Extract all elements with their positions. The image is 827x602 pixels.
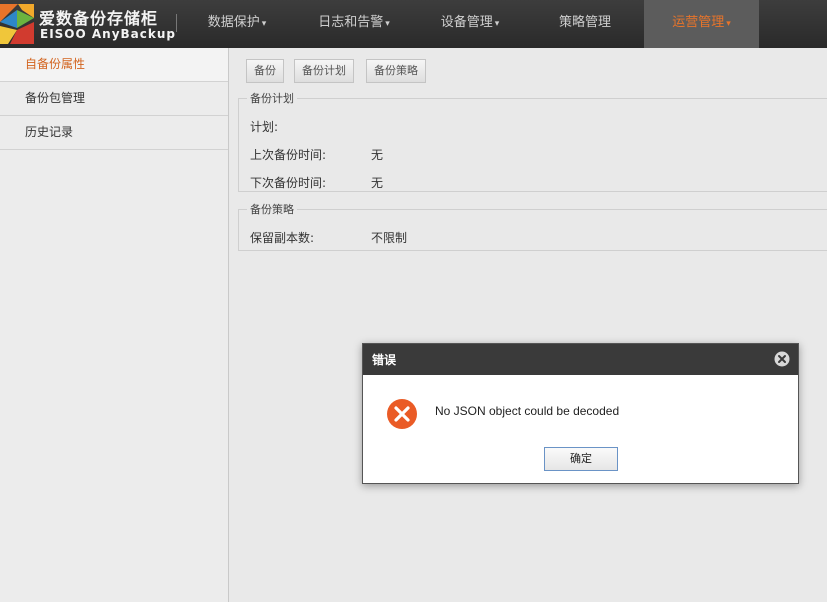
sidebar-item-backup-package-management[interactable]: 备份包管理	[0, 82, 228, 116]
nav-label: 设备管理	[440, 15, 493, 30]
sidebar-item-label: 历史记录	[25, 125, 74, 139]
nav-operations-management[interactable]: 运营管理 ▾	[644, 0, 759, 48]
plan-label: 计划:	[250, 120, 279, 134]
next-backup-time-value: 无	[371, 176, 384, 190]
nav-policy-management[interactable]: 策略管理	[544, 0, 626, 48]
nav-logs-alerts[interactable]: 日志和告警 ▾	[302, 0, 406, 48]
sidebar-item-label: 自备份属性	[25, 57, 86, 71]
last-backup-time-value: 无	[371, 148, 384, 162]
backup-plan-section: 备份计划 计划: 上次备份时间: 无 下次备份时间: 无	[238, 90, 827, 192]
sidebar-item-self-backup-properties[interactable]: 自备份属性	[0, 48, 228, 82]
nav-data-protection[interactable]: 数据保护 ▾	[193, 0, 281, 48]
retained-copies-label: 保留副本数:	[250, 231, 315, 245]
ok-button[interactable]: 确定	[544, 447, 618, 471]
chevron-down-icon: ▾	[726, 19, 731, 29]
nav-label: 策略管理	[558, 15, 611, 30]
main-content: 备份 备份计划 备份策略 备份计划 计划: 上次备份时间: 无 下次备份时间: …	[229, 48, 827, 602]
sidebar-item-history[interactable]: 历史记录	[0, 116, 228, 150]
error-x-icon	[387, 399, 417, 429]
chevron-down-icon: ▾	[494, 19, 500, 29]
chevron-down-icon: ▾	[385, 19, 390, 29]
last-backup-time-label: 上次备份时间:	[250, 148, 327, 162]
sidebar: 自备份属性 备份包管理 历史记录	[0, 48, 229, 602]
backup-policy-section: 备份策略 保留副本数: 不限制	[238, 201, 827, 251]
backup-plan-button[interactable]: 备份计划	[294, 59, 354, 83]
error-message: No JSON object could be decoded	[435, 404, 620, 418]
error-dialog: 错误 No JSON object could be decoded 确定	[362, 343, 799, 484]
logo-text-en: EISOO AnyBackup	[40, 27, 177, 41]
section-title: 备份策略	[250, 203, 294, 216]
nav-device-management[interactable]: 设备管理 ▾	[426, 0, 514, 48]
top-navbar: 爱数备份存储柜 EISOO AnyBackup 数据保护 ▾ 日志和告警 ▾ 设备管…	[0, 0, 827, 48]
sidebar-item-label: 备份包管理	[25, 91, 86, 105]
nav-label: 运营管理	[672, 15, 725, 30]
close-icon[interactable]	[774, 351, 790, 367]
backup-policy-button[interactable]: 备份策略	[366, 59, 426, 83]
backup-button[interactable]: 备份	[246, 59, 284, 83]
nav-label: 日志和告警	[318, 15, 384, 30]
dialog-header: 错误	[363, 344, 798, 375]
next-backup-time-label: 下次备份时间:	[250, 176, 327, 190]
logo-text-cn: 爱数备份存储柜	[39, 9, 159, 28]
section-title: 备份计划	[250, 92, 294, 105]
nav-divider	[176, 14, 177, 32]
app-logo[interactable]: 爱数备份存储柜 EISOO AnyBackup	[0, 0, 175, 48]
chevron-down-icon: ▾	[261, 19, 267, 29]
logo-mark-icon	[0, 4, 34, 44]
nav-label: 数据保护	[207, 15, 260, 30]
dialog-title: 错误	[372, 353, 397, 367]
retained-copies-value: 不限制	[371, 231, 408, 245]
